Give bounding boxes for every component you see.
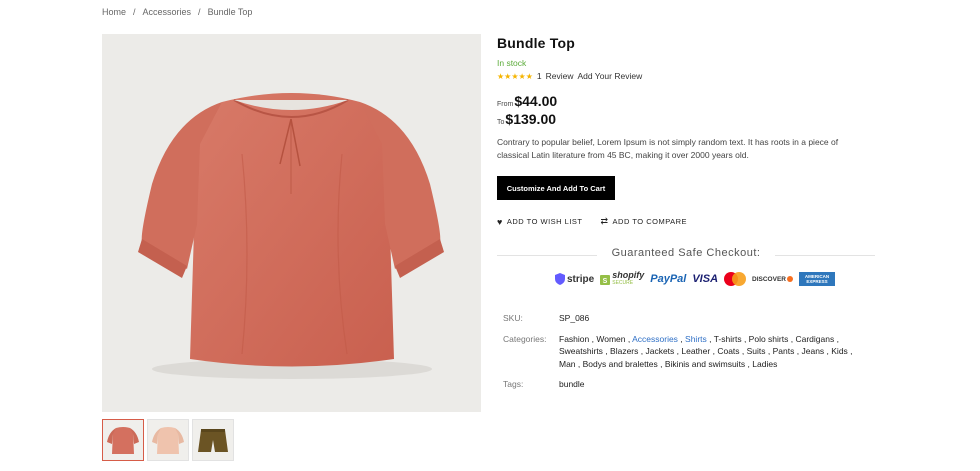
shopify-bag-icon: S [600, 275, 611, 285]
mastercard-logo-icon [724, 272, 747, 286]
category-link[interactable]: Bodys and bralettes [583, 359, 658, 369]
breadcrumb-current: Bundle Top [207, 7, 253, 17]
category-separator: , [741, 334, 749, 344]
thumbnail-shorts[interactable] [192, 419, 234, 461]
compare-icon: ⇄ [600, 216, 609, 226]
add-review-link[interactable]: Add Your Review [577, 71, 642, 81]
breadcrumb-separator: / [198, 7, 201, 17]
category-link[interactable]: Jackets [645, 346, 674, 356]
category-link[interactable]: Ladies [752, 359, 777, 369]
paypal-logo-icon: PayPal [650, 273, 687, 285]
discover-dot-icon [786, 276, 793, 282]
stripe-logo-icon: stripe [555, 273, 594, 285]
discover-logo-icon: DISCOVER [752, 276, 793, 283]
category-link[interactable]: Women [596, 334, 625, 344]
shopify-logo-icon: S shopify SECURE [600, 271, 644, 287]
category-link[interactable]: Cardigans [795, 334, 834, 344]
shorts-thumb-icon [198, 429, 228, 452]
divider-right [775, 255, 875, 256]
price-to: To$139.00 [497, 111, 556, 127]
category-separator: , [602, 346, 611, 357]
sku-value: SP_086 [559, 313, 590, 323]
stock-status: In stock [497, 58, 527, 68]
tags-label: Tags: [503, 379, 524, 389]
category-separator: , [739, 346, 747, 357]
category-separator: , [575, 358, 583, 369]
product-main-image[interactable] [102, 34, 481, 412]
category-link[interactable]: Suits [747, 346, 766, 356]
divider-left [497, 255, 597, 256]
safe-checkout-title: Guaranteed Safe Checkout: [611, 247, 761, 259]
visa-logo-icon: VISA [692, 273, 719, 285]
star-rating-icon: ★★★★★ [497, 71, 533, 81]
product-title: Bundle Top [497, 35, 575, 51]
shield-icon [555, 273, 565, 285]
payment-logos: stripe S shopify SECURE PayPal VISA DISC… [555, 271, 835, 287]
mastercard-circles-icon [724, 272, 747, 286]
price-to-label: To [497, 119, 505, 126]
red-top-thumb-icon [107, 427, 139, 454]
thumbnail-red-top[interactable] [102, 419, 144, 461]
category-link[interactable]: Pants [773, 346, 795, 356]
compare-label: ADD TO COMPARE [612, 217, 688, 226]
amex-logo-icon: AMERICAN EXPRESS [798, 272, 835, 286]
category-link[interactable]: Coats [717, 346, 739, 356]
rating-row: ★★★★★ 1 Review Add Your Review [497, 71, 642, 81]
category-link[interactable]: T-shirts [714, 334, 742, 344]
price-from-value: $44.00 [514, 93, 558, 109]
breadcrumb-home[interactable]: Home [102, 7, 126, 17]
sku-label: SKU: [503, 313, 523, 323]
category-separator: , [847, 346, 853, 357]
category-link[interactable]: Sweatshirts [559, 346, 603, 356]
blouse-image [138, 93, 444, 379]
category-separator: , [706, 334, 714, 344]
category-link[interactable]: Bikinis and swimsuits [665, 359, 745, 369]
categories-list: Fashion , Women , Accessories , Shirts ,… [559, 333, 869, 370]
add-to-wishlist-button[interactable]: ♥ ADD TO WISH LIST [497, 216, 583, 227]
thumbnail-pink-top[interactable] [147, 419, 189, 461]
category-separator: , [657, 358, 665, 369]
category-separator: , [677, 334, 686, 344]
price-to-value: $139.00 [505, 111, 557, 127]
category-link[interactable]: Leather [681, 346, 710, 356]
tag-bundle[interactable]: bundle [559, 379, 585, 389]
breadcrumb-accessories[interactable]: Accessories [143, 7, 192, 17]
add-to-compare-button[interactable]: ⇄ ADD TO COMPARE [601, 216, 688, 227]
product-description: Contrary to popular belief, Lorem Ipsum … [497, 137, 839, 160]
category-link[interactable]: Polo shirts [749, 334, 789, 344]
wishlist-label: ADD TO WISH LIST [506, 217, 583, 226]
add-to-cart-button[interactable]: Customize And Add To Cart [497, 176, 615, 200]
heart-icon: ♥ [497, 216, 503, 227]
category-link[interactable]: Shirts [685, 334, 707, 344]
thumbnail-strip [102, 419, 234, 461]
category-separator: , [765, 346, 773, 357]
category-separator: , [834, 334, 839, 344]
categories-label: Categories: [503, 334, 547, 344]
svg-text:S: S [603, 278, 608, 285]
price-from: From$44.00 [497, 93, 557, 109]
category-link[interactable]: Fashion [559, 334, 589, 344]
price-from-label: From [497, 101, 514, 108]
category-link[interactable]: Kids [831, 346, 848, 356]
review-count: 1 [536, 71, 542, 81]
pink-top-thumb-icon [152, 427, 184, 454]
breadcrumb: Home / Accessories / Bundle Top [102, 7, 252, 17]
category-link[interactable]: Jeans [801, 346, 824, 356]
category-link[interactable]: Man [559, 359, 576, 369]
category-link[interactable]: Blazers [610, 346, 638, 356]
breadcrumb-separator: / [133, 7, 136, 17]
review-link[interactable]: Review [546, 71, 574, 81]
category-link[interactable]: Accessories [632, 334, 678, 344]
product-actions: ♥ ADD TO WISH LIST ⇄ ADD TO COMPARE [497, 216, 687, 227]
